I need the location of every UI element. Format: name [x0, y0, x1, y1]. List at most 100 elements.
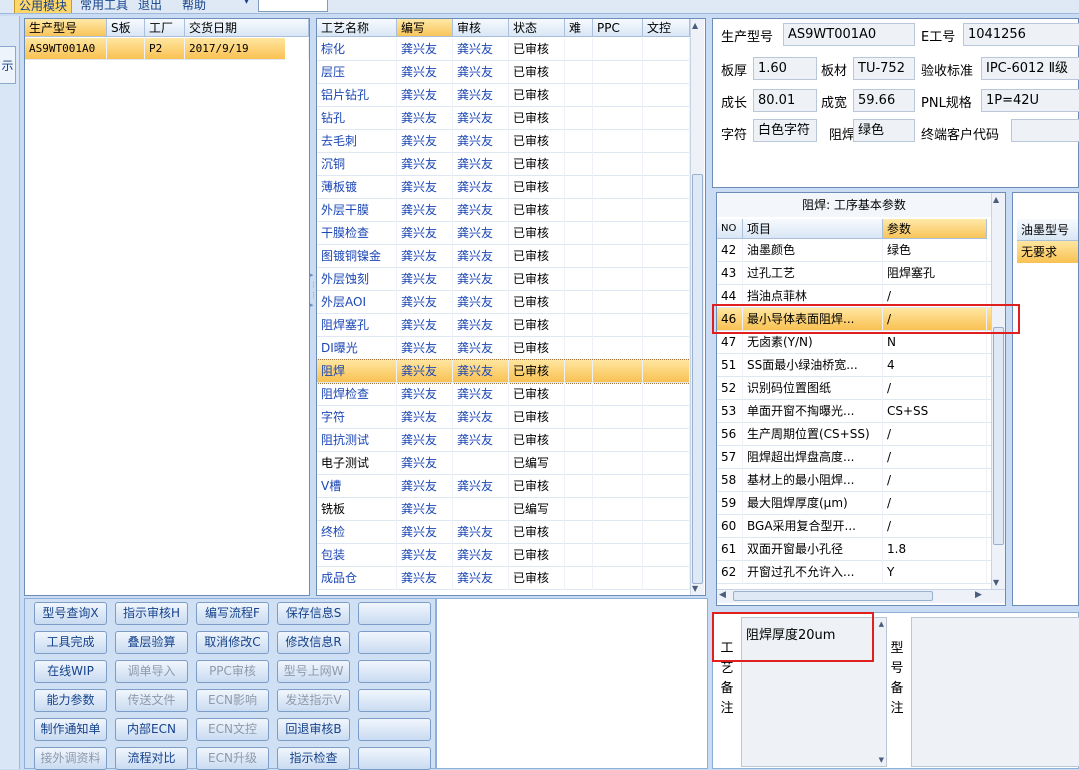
action-button[interactable]: 调单导入 [115, 660, 188, 683]
process-row[interactable]: 图镀铜镍金 龚兴友 龚兴友 已审核 [317, 245, 690, 268]
action-button[interactable]: 制作通知单 [34, 718, 107, 741]
process-row[interactable]: 干膜检查 龚兴友 龚兴友 已审核 [317, 222, 690, 245]
action-button[interactable]: 型号上网W [277, 660, 350, 683]
process-row[interactable]: 薄板镀 龚兴友 龚兴友 已审核 [317, 176, 690, 199]
param-row[interactable]: 61 双面开窗最小孔径 1.8 [717, 538, 991, 561]
action-button[interactable]: 在线WIP [34, 660, 107, 683]
action-button[interactable]: 修改信息R [277, 631, 350, 654]
param-row[interactable]: 57 阻焊超出焊盘高度... / [717, 446, 991, 469]
process-row[interactable]: V槽 龚兴友 龚兴友 已审核 [317, 475, 690, 498]
action-button[interactable] [358, 602, 431, 625]
action-button[interactable]: 工具完成 [34, 631, 107, 654]
action-button[interactable]: 内部ECN [115, 718, 188, 741]
action-button[interactable]: 指示审核H [115, 602, 188, 625]
process-row[interactable]: 阻焊检查 龚兴友 龚兴友 已审核 [317, 383, 690, 406]
action-button[interactable] [358, 718, 431, 741]
process-col-header[interactable]: PPC [593, 19, 643, 37]
process-row[interactable]: 阻抗测试 龚兴友 龚兴友 已审核 [317, 429, 690, 452]
action-button[interactable]: PPC审核 [196, 660, 269, 683]
menu-exit[interactable]: 退出 [134, 0, 166, 13]
scroll-up-icon[interactable]: ▲ [993, 195, 999, 204]
action-button[interactable]: 叠层验算 [115, 631, 188, 654]
param-row[interactable]: 51 SS面最小绿油桥宽... 4 [717, 354, 991, 377]
scroll-right-icon[interactable]: ▶ [975, 590, 982, 600]
menu-tools[interactable]: 常用工具 [76, 0, 132, 13]
process-row[interactable]: 字符 龚兴友 龚兴友 已审核 [317, 406, 690, 429]
customer-code-field[interactable] [1011, 119, 1079, 142]
param-row[interactable]: 58 基材上的最小阻焊... / [717, 469, 991, 492]
param-row[interactable]: 60 BGA采用复合型开... / [717, 515, 991, 538]
process-row[interactable]: 包装 龚兴友 龚兴友 已审核 [317, 544, 690, 567]
action-button[interactable]: ECN升级 [196, 747, 269, 770]
param-row[interactable]: 47 无卤素(Y/N) N [717, 331, 991, 354]
process-col-header[interactable]: 工艺名称 [317, 19, 397, 37]
order-col-header[interactable]: 工厂 [145, 19, 185, 37]
process-row[interactable]: 钻孔 龚兴友 龚兴友 已审核 [317, 107, 690, 130]
order-col-header[interactable]: S板 [107, 19, 145, 37]
pnl-field[interactable]: 1P=42U [981, 89, 1079, 112]
param-row[interactable]: 42 油墨颜色 绿色 [717, 239, 991, 262]
process-row[interactable]: 外层干膜 龚兴友 龚兴友 已审核 [317, 199, 690, 222]
scroll-up-icon[interactable]: ▲ [692, 21, 698, 30]
params-col-header[interactable]: NO [717, 219, 743, 239]
params-hscrollbar[interactable]: ◀ ▶ [717, 589, 1005, 603]
process-row[interactable]: 棕化 龚兴友 龚兴友 已审核 [317, 38, 690, 61]
order-col-header[interactable]: 生产型号 [25, 19, 107, 37]
scroll-up-icon[interactable]: ▲ [879, 620, 884, 628]
action-button[interactable]: 编写流程F [196, 602, 269, 625]
action-button[interactable]: ECN文控 [196, 718, 269, 741]
process-row[interactable]: 去毛刺 龚兴友 龚兴友 已审核 [317, 130, 690, 153]
action-button[interactable]: 发送指示V [277, 689, 350, 712]
process-row[interactable]: 成品仓 龚兴友 龚兴友 已审核 [317, 567, 690, 590]
process-col-header[interactable]: 难 [565, 19, 593, 37]
params-scrollbar[interactable]: ▲ ▼ [991, 193, 1005, 589]
process-col-header[interactable]: 审核 [453, 19, 509, 37]
action-button[interactable] [358, 689, 431, 712]
process-row[interactable]: 外层蚀刻 龚兴友 龚兴友 已审核 [317, 268, 690, 291]
process-col-header[interactable]: 文控 [643, 19, 690, 37]
model-field[interactable]: AS9WT001A0 [783, 23, 915, 46]
splitter-grip-icon[interactable]: ▸ ⋮ ⋮ ▸ [310, 270, 317, 340]
toolbar-combo[interactable] [258, 0, 328, 12]
action-button[interactable]: 保存信息S [277, 602, 350, 625]
dropdown-arrow-icon[interactable]: ▾ [244, 0, 249, 7]
action-button[interactable]: 取消修改C [196, 631, 269, 654]
process-row[interactable]: 层压 龚兴友 龚兴友 已审核 [317, 61, 690, 84]
model-note-box[interactable] [911, 617, 1079, 767]
action-button[interactable] [358, 660, 431, 683]
mask-field[interactable]: 绿色 [853, 119, 915, 142]
process-row[interactable]: 铝片钻孔 龚兴友 龚兴友 已审核 [317, 84, 690, 107]
param-row[interactable]: 62 开窗过孔不允许入... Y [717, 561, 991, 584]
thickness-field[interactable]: 1.60 [753, 57, 817, 80]
process-row[interactable]: 阻焊 龚兴友 龚兴友 已审核 [317, 359, 691, 384]
param-row[interactable]: 59 最大阻焊厚度(μm) / [717, 492, 991, 515]
menu-help[interactable]: 帮助 [178, 0, 210, 13]
process-row[interactable]: 沉铜 龚兴友 龚兴友 已审核 [317, 153, 690, 176]
process-row[interactable]: DI曝光 龚兴友 龚兴友 已审核 [317, 337, 690, 360]
params-col-header[interactable]: 项目 [743, 219, 883, 239]
action-button[interactable]: 流程对比 [115, 747, 188, 770]
params-hscroll-thumb[interactable] [733, 591, 933, 601]
order-row[interactable]: AS9WT001A0 P2 2017/9/19 [25, 38, 309, 60]
char-field[interactable]: 白色字符 [753, 119, 817, 142]
param-row[interactable]: 53 单面开窗不掏曝光... CS+SS [717, 400, 991, 423]
process-scrollbar[interactable]: ▲ ▼ [690, 19, 704, 595]
params-col-header[interactable]: 参数 [883, 219, 987, 239]
scroll-down-icon[interactable]: ▼ [879, 756, 884, 764]
process-row[interactable]: 电子测试 龚兴友 已编写 [317, 452, 690, 475]
standard-field[interactable]: IPC-6012 Ⅱ级 [981, 57, 1079, 80]
process-scroll-thumb[interactable] [692, 174, 703, 584]
action-button[interactable]: 能力参数 [34, 689, 107, 712]
material-field[interactable]: TU-752 [853, 57, 915, 80]
width-field[interactable]: 59.66 [853, 89, 915, 112]
action-button[interactable]: 回退审核B [277, 718, 350, 741]
action-button[interactable]: 传送文件 [115, 689, 188, 712]
scroll-down-icon[interactable]: ▼ [692, 584, 698, 593]
params-scroll-thumb[interactable] [993, 327, 1004, 545]
order-col-header[interactable]: 交货日期 [185, 19, 309, 37]
action-button[interactable]: 指示检查 [277, 747, 350, 770]
process-row[interactable]: 铣板 龚兴友 已编写 [317, 498, 690, 521]
process-row[interactable]: 外层AOI 龚兴友 龚兴友 已审核 [317, 291, 690, 314]
left-tab[interactable]: 示 [0, 46, 16, 84]
ink-value[interactable]: 无要求 [1017, 241, 1078, 263]
